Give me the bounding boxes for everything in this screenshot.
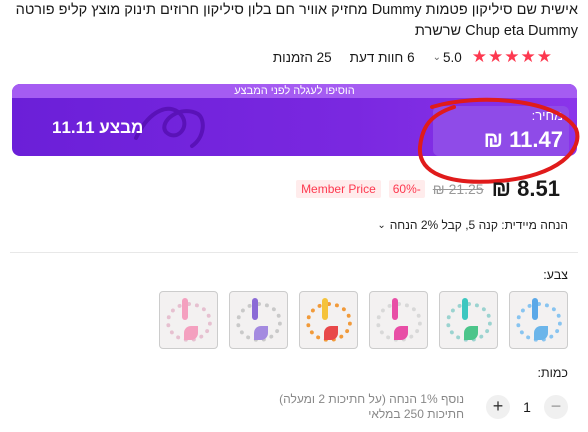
color-swatch-pink-magenta[interactable] (369, 291, 428, 349)
star-icon: ★ (504, 47, 520, 66)
color-swatch-teal-green[interactable] (439, 291, 498, 349)
star-icon: ★ (471, 47, 487, 66)
member-price-badge: Member Price (296, 180, 381, 198)
quantity-value[interactable]: 1 (520, 399, 534, 415)
promo-top-text: הוסיפו לעגלה לפני המבצע (12, 84, 577, 98)
instant-discount-text: הנחה מיידית: קנה 5, קבל 2% הנחה (389, 218, 568, 232)
price-row: 8.51 ₪ 21.25 ₪ -60% Member Price (296, 176, 560, 202)
color-swatch-blue-white[interactable] (509, 291, 568, 349)
instant-discount[interactable]: הנחה מיידית: קנה 5, קבל 2% הנחה ⌄ (377, 218, 568, 232)
promo-price-box: מחיר: 11.47 ₪ (433, 106, 569, 156)
bulk-discount-note: נוסף 1% הנחה (על חתיכות 2 ומעלה) (279, 392, 464, 406)
color-swatch-purple-grey[interactable] (229, 291, 288, 349)
rating-row: ★ ★ ★ ★ ★ 5.0 ⌄ 6 חוות דעת 25 הזמנות (273, 48, 552, 66)
quantity-label: כמות: (537, 366, 568, 380)
sale-event-label: מבצע 11.11 (52, 118, 144, 137)
product-title: אישית שם סיליקון פטמות Dummy מחזיק אוויר… (15, 2, 578, 39)
final-price: 8.51 ₪ (491, 176, 560, 201)
stock-note: חתיכות 250 במלאי (368, 407, 464, 421)
color-swatches (159, 291, 568, 349)
star-icon: ★ (536, 47, 552, 66)
color-swatch-yellow-red[interactable] (299, 291, 358, 349)
quantity-increase-button[interactable]: + (486, 395, 510, 419)
promo-price: 11.47 ₪ (483, 127, 563, 152)
order-count: 25 הזמנות (272, 49, 332, 65)
chevron-down-icon: ⌄ (377, 219, 386, 231)
discount-badge: -60% (388, 180, 425, 198)
quantity-note: נוסף 1% הנחה (על חתיכות 2 ומעלה) חתיכות … (279, 392, 464, 422)
promo-banner[interactable]: הוסיפו לעגלה לפני המבצע מחיר: 11.47 ₪ מב… (12, 84, 577, 156)
chevron-down-icon[interactable]: ⌄ (433, 52, 441, 63)
color-label: צבע: (543, 268, 568, 282)
quantity-decrease-button[interactable]: − (544, 395, 568, 419)
star-icon: ★ (520, 47, 536, 66)
rating-score[interactable]: 5.0 (443, 50, 462, 65)
price-label: מחיר: (531, 108, 563, 123)
section-divider (10, 252, 578, 253)
quantity-stepper: − 1 + נוסף 1% הנחה (על חתיכות 2 ומעלה) ח… (279, 392, 568, 422)
swirl-decoration (134, 106, 205, 148)
star-icon: ★ (488, 47, 504, 66)
color-swatch-light-pink[interactable] (159, 291, 218, 349)
rating-stars[interactable]: ★ ★ ★ ★ ★ (472, 48, 552, 66)
review-count[interactable]: 6 חוות דעת (350, 50, 415, 65)
original-price: 21.25 ₪ (432, 181, 484, 197)
